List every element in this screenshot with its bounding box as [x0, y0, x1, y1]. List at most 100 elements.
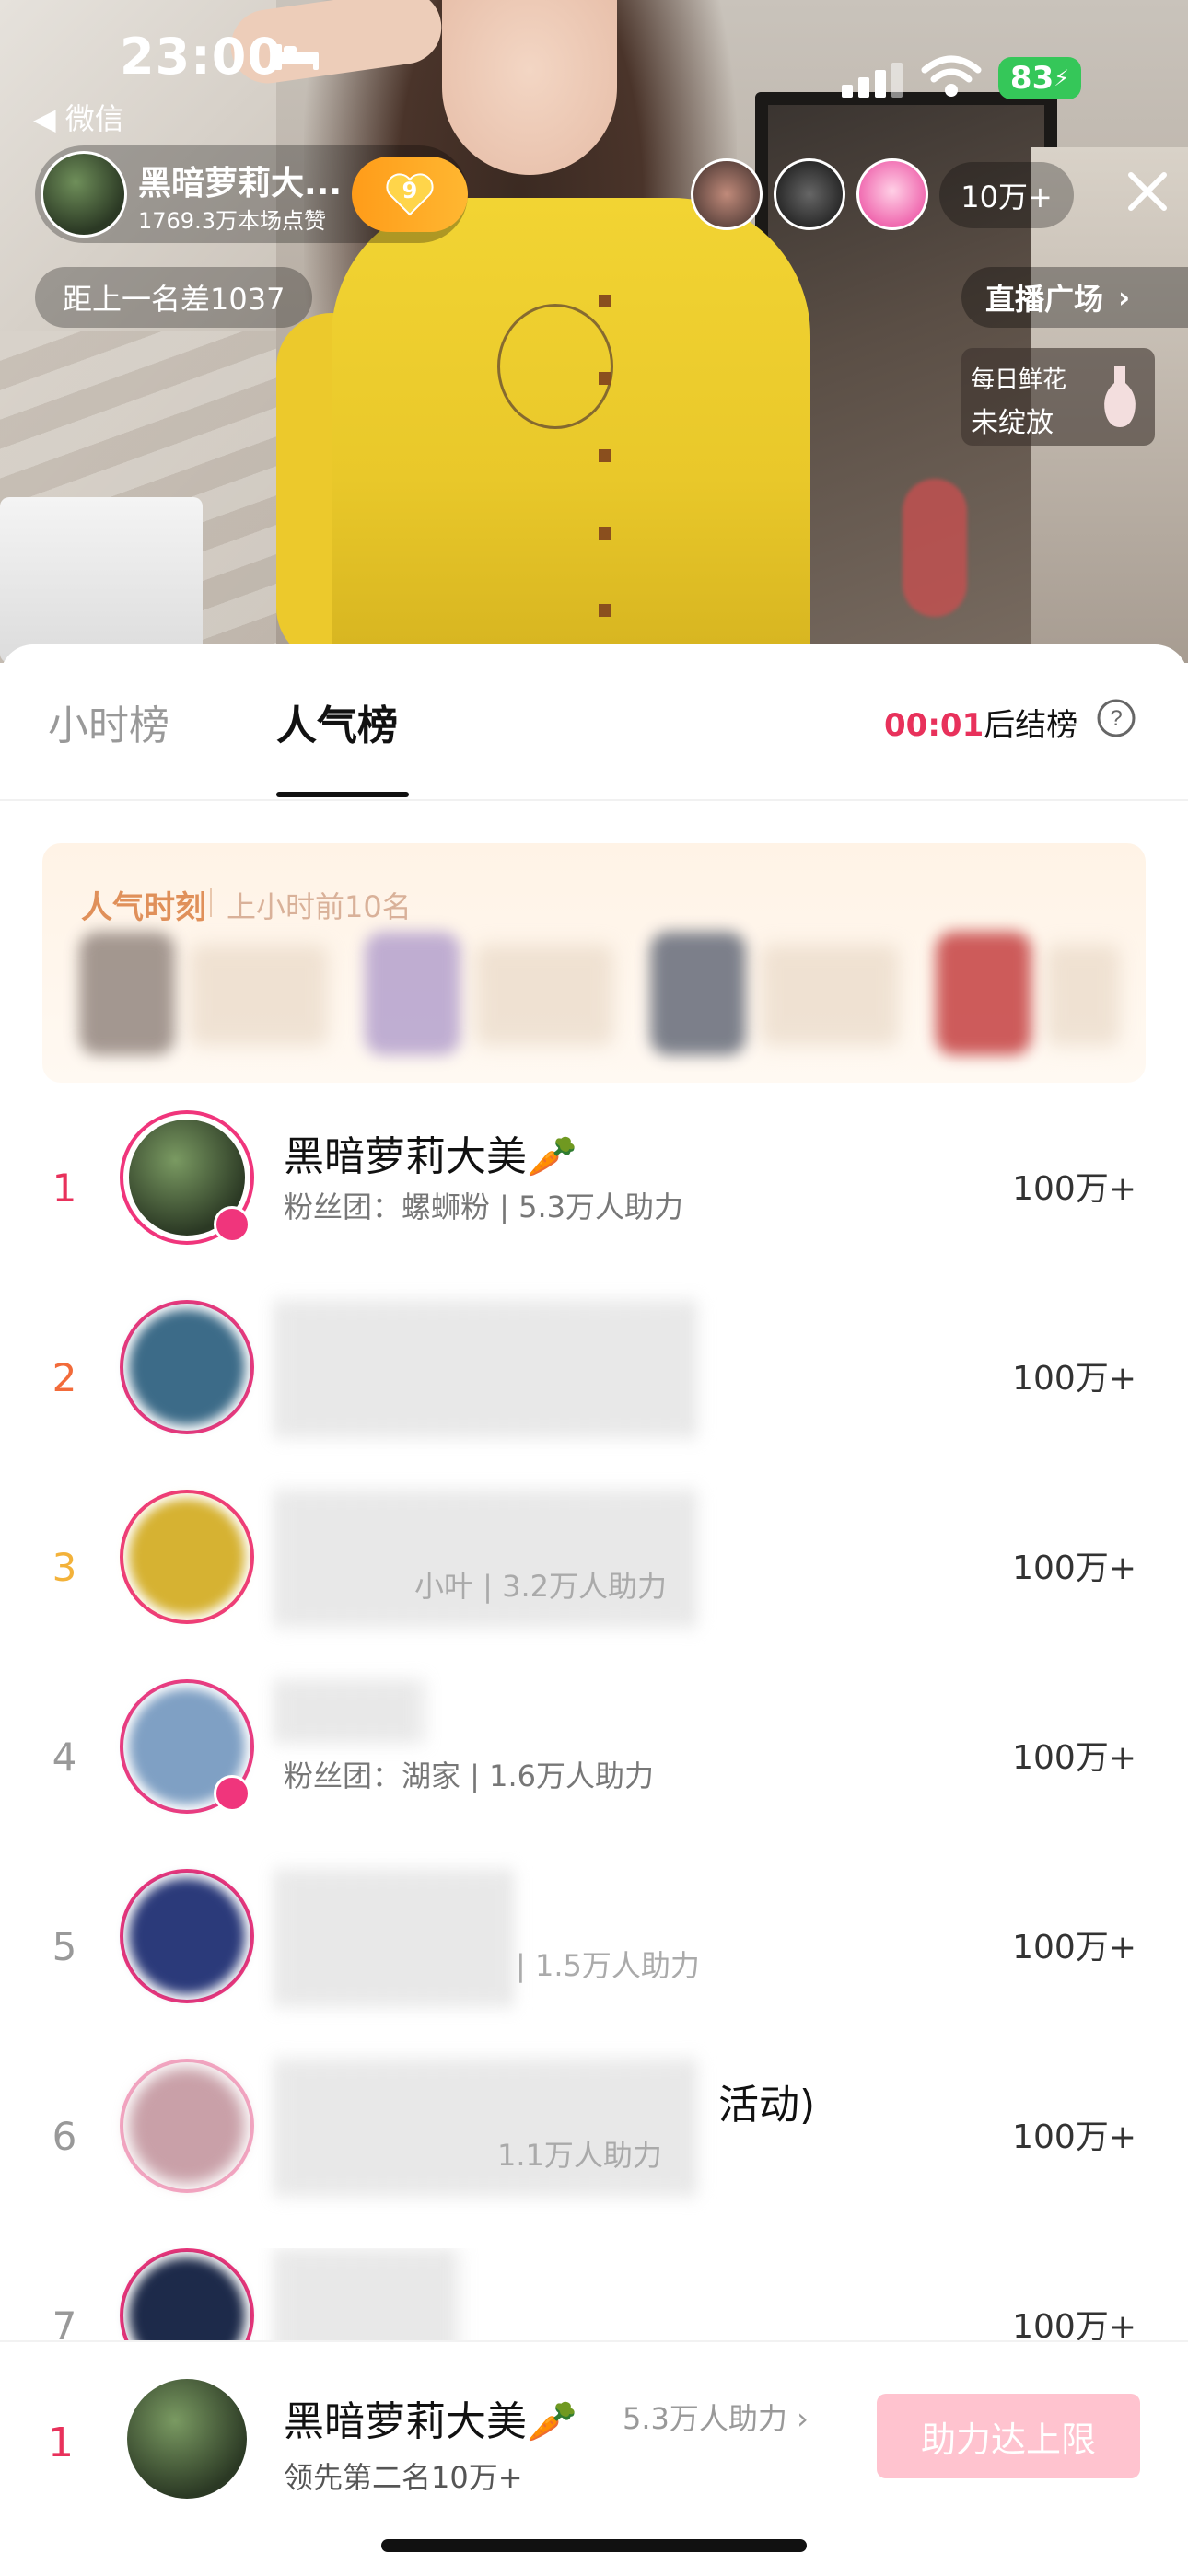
popularity-value: 100万+: [1012, 1360, 1136, 1398]
flower-title: 每日鲜花: [971, 366, 1067, 394]
ranking-countdown: 00:01后结榜: [884, 700, 1077, 745]
moment-name-blurred: [761, 945, 899, 1046]
top-viewer-avatar[interactable]: [691, 158, 763, 230]
ranking-row[interactable]: 7 100万+: [0, 2248, 1188, 2340]
battery-indicator: 83 ⚡: [998, 57, 1081, 99]
streamer-fan-info: 小叶 | 3.2万人助力: [414, 1569, 668, 1604]
streamer-fan-info: 粉丝团：螺蛳粉 | 5.3万人助力: [284, 1189, 684, 1224]
streamer-avatar[interactable]: [120, 1300, 254, 1434]
host-avatar[interactable]: [41, 151, 127, 238]
charging-bolt-icon: ⚡: [1054, 65, 1070, 91]
popularity-value: 100万+: [1012, 1929, 1136, 1967]
status-time: 23:00: [120, 28, 283, 86]
fan-club-icon: [214, 1206, 250, 1243]
battery-level: 83: [1009, 60, 1054, 97]
wifi-icon: [921, 55, 982, 97]
sweater-buttons: [599, 230, 611, 663]
moments-subtitle: 上小时前10名: [227, 889, 412, 924]
moment-name-blurred: [475, 945, 613, 1046]
ranking-row[interactable]: 2 100万+: [0, 1300, 1188, 1490]
blurred-name: [276, 1300, 700, 1438]
vase-icon: [1104, 366, 1136, 427]
countdown-suffix: 后结榜: [984, 707, 1078, 744]
live-stream-video[interactable]: [0, 0, 1188, 663]
cellular-signal-icon: [842, 63, 903, 98]
my-rank-number: 1: [48, 2419, 74, 2466]
host-likes: 1769.3万本场点赞: [138, 208, 326, 234]
sweater-logo: [497, 304, 613, 429]
stream-background-cloth: [0, 497, 203, 663]
ranking-row[interactable]: 3 小叶 | 3.2万人助力 100万+: [0, 1490, 1188, 1679]
top-viewer-avatar[interactable]: [856, 158, 928, 230]
close-icon[interactable]: [1122, 166, 1173, 217]
popularity-value: 100万+: [1012, 2118, 1136, 2156]
blurred-name: [276, 2059, 700, 2197]
rank-number: 5: [52, 1924, 77, 1969]
daily-flower-widget[interactable]: 每日鲜花 未绽放: [961, 348, 1155, 446]
live-plaza-label: 直播广场: [985, 282, 1104, 317]
blurred-name: [276, 1679, 424, 1744]
rank-number: 2: [52, 1355, 77, 1400]
home-indicator[interactable]: [381, 2539, 807, 2552]
popularity-value: 100万+: [1012, 2308, 1136, 2340]
heart-icon: 9: [385, 172, 435, 216]
blurred-name: [276, 2248, 460, 2340]
my-streamer-name: 黑暗萝莉大美🥕: [284, 2398, 577, 2445]
support-limit-button[interactable]: 助力达上限: [877, 2394, 1140, 2478]
moment-avatar[interactable]: [79, 932, 175, 1055]
svg-text:?: ?: [1110, 706, 1122, 731]
fan-club-icon: [214, 1775, 250, 1812]
flower-status: 未绽放: [971, 407, 1054, 439]
background-object: [903, 479, 967, 617]
streamer-sweater: [332, 198, 810, 663]
lead-info: 领先第二名10万+: [284, 2460, 523, 2495]
tab-popularity[interactable]: 人气榜: [276, 692, 398, 751]
tabs-divider: [0, 799, 1188, 801]
rank-number: 1: [52, 1166, 77, 1211]
moment-avatar[interactable]: [936, 932, 1031, 1055]
ranking-row[interactable]: 1 黑暗萝莉大美🥕 粉丝团：螺蛳粉 | 5.3万人助力 100万+: [0, 1110, 1188, 1300]
ranking-row[interactable]: 6 活动) 1.1万人助力 100万+: [0, 2059, 1188, 2248]
moment-avatar[interactable]: [365, 932, 460, 1055]
fan-club-badge[interactable]: 9: [352, 157, 468, 232]
ranking-row[interactable]: 4 粉丝团：湖家 | 1.6万人助力 100万+: [0, 1679, 1188, 1869]
streamer-avatar[interactable]: [120, 1490, 254, 1624]
host-name: 黑暗萝莉大...: [138, 165, 343, 203]
popularity-value: 100万+: [1012, 1170, 1136, 1208]
streamer-fan-info: 1.1万人助力: [497, 2138, 662, 2173]
rank-number: 4: [52, 1735, 77, 1780]
popularity-value: 100万+: [1012, 1739, 1136, 1777]
blurred-name: [276, 1490, 700, 1628]
popularity-value: 100万+: [1012, 1549, 1136, 1587]
ranking-row[interactable]: 5 | 1.5万人助力 100万+: [0, 1869, 1188, 2059]
my-avatar[interactable]: [127, 2379, 247, 2499]
moment-name-blurred: [1046, 945, 1120, 1046]
popular-moments-card[interactable]: 人气时刻 上小时前10名: [42, 843, 1146, 1083]
active-tab-indicator: [276, 792, 409, 797]
live-plaza-button[interactable]: 直播广场 ›: [961, 267, 1188, 328]
moment-avatar[interactable]: [650, 932, 746, 1055]
help-icon[interactable]: ?: [1096, 698, 1136, 738]
rank-gap-badge[interactable]: 距上一名差1037: [35, 267, 313, 328]
streamer-name: 黑暗萝莉大美🥕: [284, 1133, 577, 1180]
streamer-avatar[interactable]: [120, 1869, 254, 2003]
streamer-avatar[interactable]: [120, 2248, 254, 2340]
support-count-link[interactable]: 5.3万人助力 ›: [623, 2396, 809, 2438]
viewer-count[interactable]: 10万+: [939, 162, 1074, 228]
streamer-face: [442, 0, 617, 175]
rank-number: 6: [52, 2114, 77, 2159]
streamer-fan-info: 粉丝团：湖家 | 1.6万人助力: [284, 1758, 655, 1793]
countdown-time: 00:01: [884, 707, 984, 744]
moments-title: 人气时刻: [81, 889, 206, 926]
top-viewer-avatar[interactable]: [774, 158, 845, 230]
chevron-right-icon: ›: [1118, 280, 1131, 315]
back-to-app-link[interactable]: ◀ 微信: [33, 96, 124, 138]
streamer-avatar[interactable]: [120, 2059, 254, 2193]
streamer-fan-info: | 1.5万人助力: [516, 1948, 700, 1983]
fan-level: 9: [402, 178, 418, 203]
moment-name-blurred: [190, 945, 328, 1046]
streamer-name: 活动): [718, 2082, 816, 2129]
tab-hourly[interactable]: 小时榜: [48, 692, 169, 751]
moments-separator: [210, 888, 212, 917]
rank-number: 3: [52, 1545, 77, 1590]
